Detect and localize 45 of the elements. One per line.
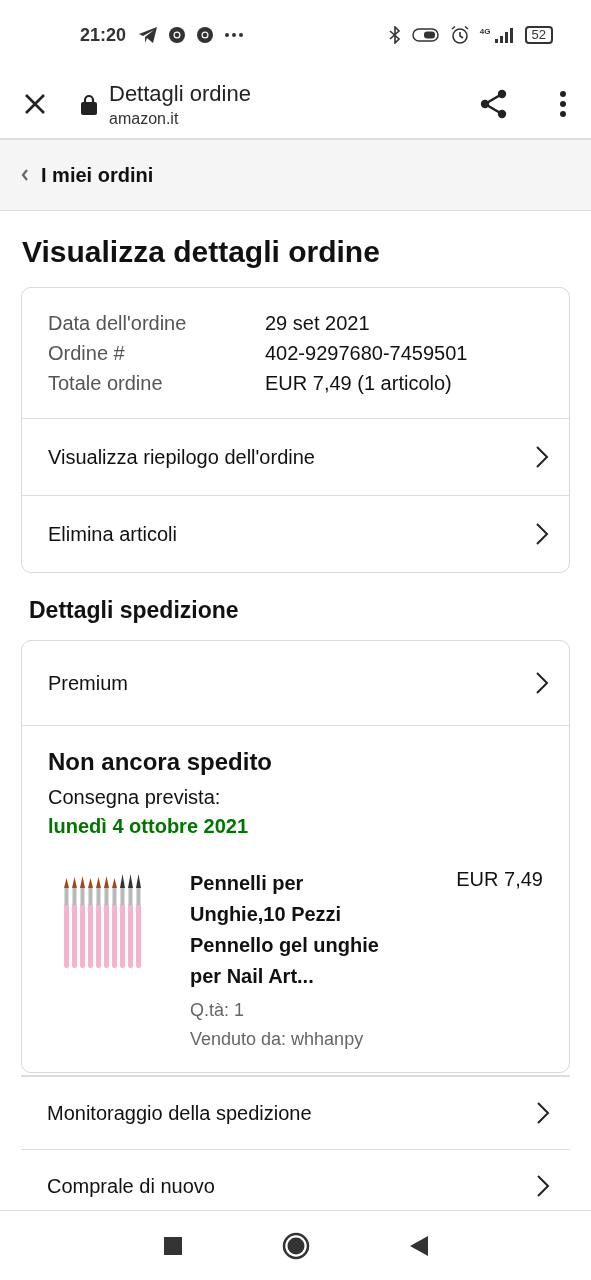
chevron-right-icon [535, 445, 549, 469]
lock-icon [81, 93, 97, 115]
back-icon[interactable] [409, 1236, 428, 1256]
info-value: EUR 7,49 (1 articolo) [265, 371, 453, 396]
shipment-status: Non ancora spedito [48, 748, 274, 776]
chevron-right-icon [535, 671, 549, 695]
heading: Visualizza dettagli ordine [22, 235, 381, 269]
clock: 21:20 [80, 24, 127, 46]
close-icon[interactable] [24, 93, 46, 115]
link-row[interactable]: Visualizza riepilogo dell'ordine [22, 418, 569, 495]
home-icon[interactable] [281, 1232, 310, 1260]
info-value: 402-9297680-7459501 [265, 341, 469, 366]
browser-icon [196, 26, 215, 44]
page-title: Dettagli ordine [109, 80, 252, 107]
link-row[interactable]: Monitoraggio della spedizione [21, 1077, 570, 1150]
seller: Venduto da: whhanpy [190, 1029, 365, 1050]
network-type: 4G [479, 27, 491, 36]
link-row[interactable]: Elimina articoli [22, 495, 569, 572]
battery-indicator: 52 [524, 26, 553, 44]
browser-icon [168, 26, 187, 44]
send-icon [138, 26, 159, 44]
delivery-date: lunedì 4 ottobre 2021 [48, 815, 250, 838]
link-row[interactable]: Premium [22, 641, 569, 725]
info-label: Data dell'ordine [48, 311, 188, 336]
info-label: Totale ordine [48, 371, 164, 396]
chevron-right-icon [536, 1101, 550, 1125]
recents-icon[interactable] [163, 1237, 182, 1255]
chevron-right-icon [536, 1174, 550, 1198]
bluetooth-icon [387, 26, 402, 44]
toggle-icon [411, 27, 440, 43]
alarm-icon [449, 25, 470, 45]
section-heading: Dettagli spedizione [29, 597, 240, 624]
share-icon[interactable] [479, 89, 509, 119]
breadcrumb-link[interactable]: I miei ordini [20, 163, 154, 187]
quantity: Q.tà: 1 [190, 1000, 246, 1021]
menu-icon[interactable] [559, 91, 567, 117]
more-icon [224, 32, 245, 38]
info-label: Ordine # [48, 341, 126, 366]
delivery-label: Consegna prevista: [48, 786, 222, 809]
product-title[interactable]: Pennelli per Unghie,10 Pezzi Pennello gel unghie per Nail Art... [190, 868, 404, 992]
page-url: amazon.it [109, 109, 180, 128]
chevron-left-icon [20, 168, 30, 182]
info-value: 29 set 2021 [265, 311, 371, 336]
chevron-right-icon [535, 522, 549, 546]
price: EUR 7,49 [456, 868, 543, 891]
